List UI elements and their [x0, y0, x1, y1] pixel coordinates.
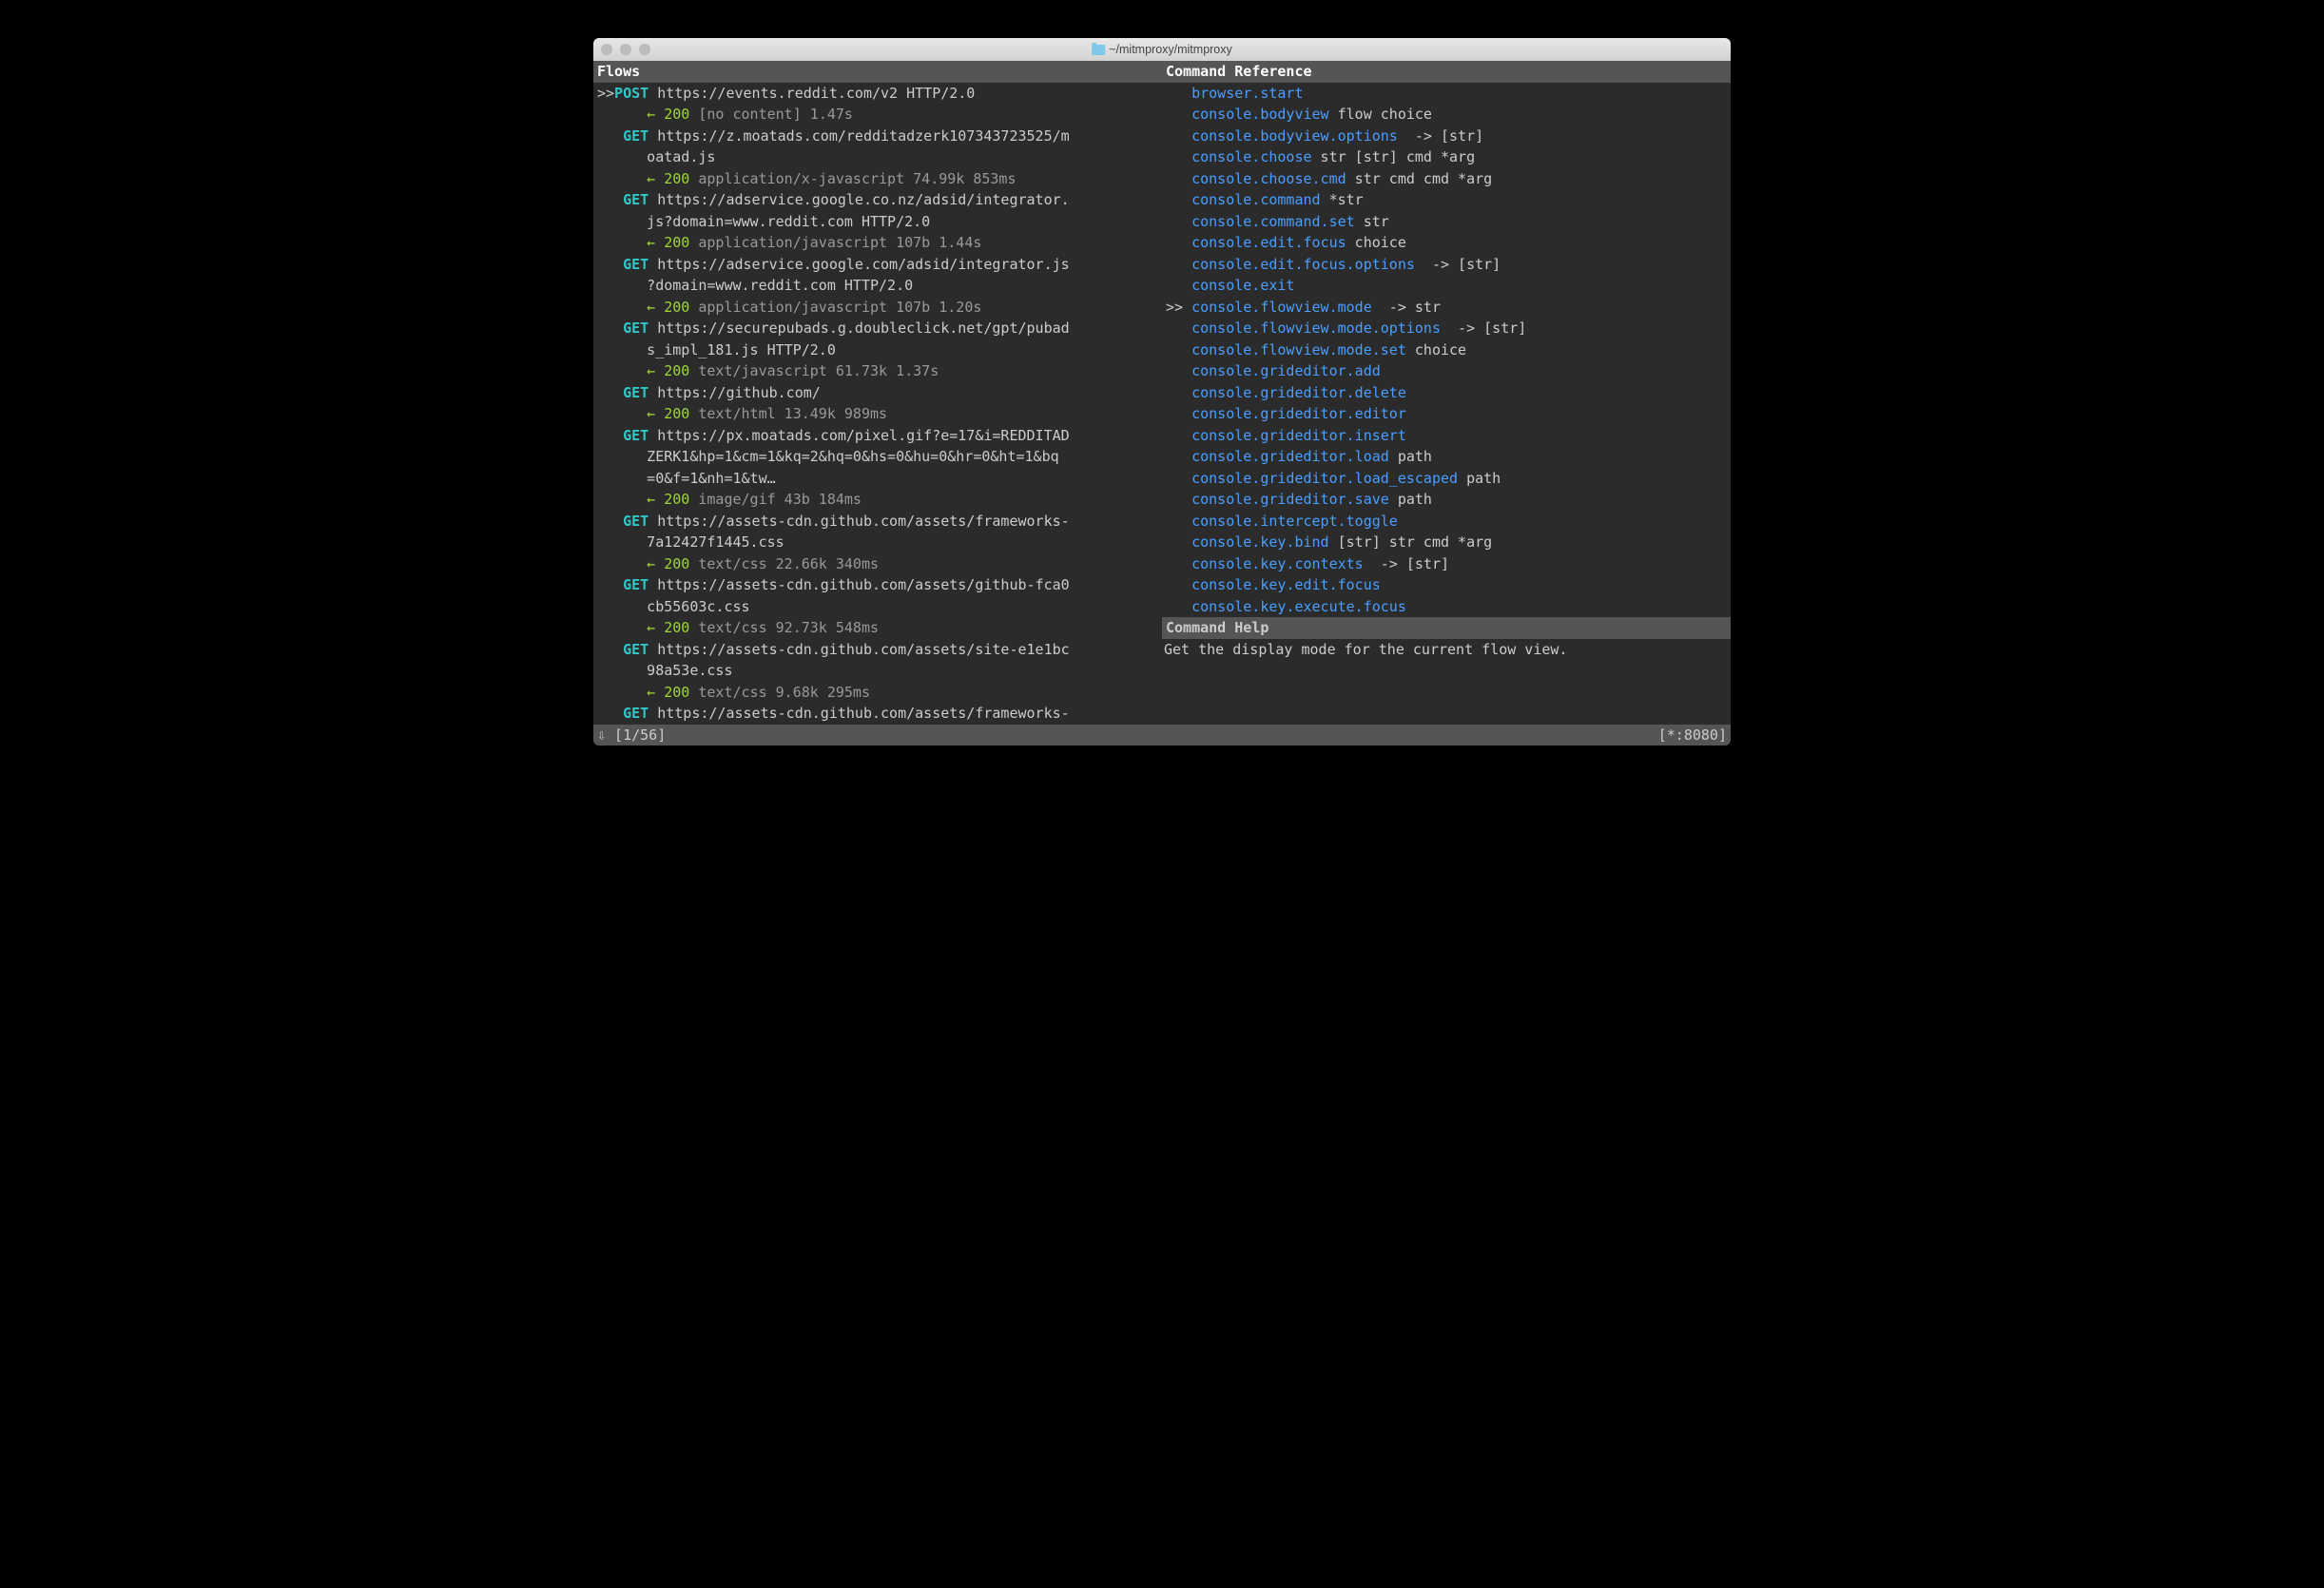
flow-url-continuation: s_impl_181.js HTTP/2.0: [595, 339, 1160, 361]
flow-response: ← 200 [no content] 1.47s: [595, 104, 1160, 126]
flow-response: ← 200 text/html 13.49k 989ms: [595, 403, 1160, 425]
title-text: ~/mitmproxy/mitmproxy: [1109, 43, 1232, 56]
flows-list[interactable]: >>POST https://events.reddit.com/v2 HTTP…: [593, 83, 1162, 725]
flow-response: ← 200 image/gif 43b 184ms: [595, 489, 1160, 511]
command-row[interactable]: console.key.edit.focus: [1164, 574, 1729, 596]
command-row[interactable]: console.choose.cmd str cmd cmd *arg: [1164, 168, 1729, 190]
command-row[interactable]: console.grideditor.insert: [1164, 425, 1729, 447]
command-row[interactable]: console.key.execute.focus: [1164, 596, 1729, 618]
command-row[interactable]: browser.start: [1164, 83, 1729, 105]
command-row[interactable]: console.edit.focus choice: [1164, 232, 1729, 254]
terminal-window: ~/mitmproxy/mitmproxy Flows >>POST https…: [593, 38, 1731, 746]
command-row[interactable]: console.command.set str: [1164, 211, 1729, 233]
flow-response: ← 200 text/css 9.68k 295ms: [595, 682, 1160, 704]
command-row[interactable]: console.key.bind [str] str cmd *arg: [1164, 532, 1729, 553]
command-row[interactable]: console.flowview.mode.set choice: [1164, 339, 1729, 361]
flow-url-continuation: 98a53e.css: [595, 660, 1160, 682]
flow-row[interactable]: GET https://assets-cdn.github.com/assets…: [595, 574, 1160, 596]
command-row[interactable]: console.grideditor.load path: [1164, 446, 1729, 468]
command-row[interactable]: console.bodyview flow choice: [1164, 104, 1729, 126]
flow-row[interactable]: GET https://github.com/: [595, 382, 1160, 404]
flow-row[interactable]: GET https://adservice.google.co.nz/adsid…: [595, 189, 1160, 211]
flow-url-continuation: cb55603c.css: [595, 596, 1160, 618]
flow-row[interactable]: GET https://securepubads.g.doubleclick.n…: [595, 318, 1160, 339]
command-row[interactable]: console.intercept.toggle: [1164, 511, 1729, 533]
command-row[interactable]: console.grideditor.add: [1164, 360, 1729, 382]
minimize-icon[interactable]: [620, 44, 631, 55]
traffic-lights: [601, 44, 650, 55]
command-row[interactable]: console.choose str [str] cmd *arg: [1164, 146, 1729, 168]
flow-response: ← 200 application/javascript 107b 1.20s: [595, 297, 1160, 319]
command-row[interactable]: console.exit: [1164, 275, 1729, 297]
flow-row[interactable]: GET https://assets-cdn.github.com/assets…: [595, 703, 1160, 725]
flow-url-continuation: =0&f=1&nh=1&tw…: [595, 468, 1160, 490]
flow-response: ← 200 text/css 92.73k 548ms: [595, 617, 1160, 639]
flow-response: ← 200 application/x-javascript 74.99k 85…: [595, 168, 1160, 190]
command-help-text: Get the display mode for the current flo…: [1162, 639, 1731, 661]
command-row[interactable]: console.grideditor.save path: [1164, 489, 1729, 511]
status-right: [*:8080]: [1658, 725, 1727, 746]
flow-row[interactable]: GET https://z.moatads.com/redditadzerk10…: [595, 126, 1160, 147]
flow-row[interactable]: GET https://px.moatads.com/pixel.gif?e=1…: [595, 425, 1160, 447]
command-row[interactable]: console.command *str: [1164, 189, 1729, 211]
flow-url-continuation: oatad.js: [595, 146, 1160, 168]
flows-pane[interactable]: Flows >>POST https://events.reddit.com/v…: [593, 61, 1162, 725]
close-icon[interactable]: [601, 44, 612, 55]
command-help-header: Command Help: [1162, 617, 1731, 639]
flow-url-continuation: ZERK1&hp=1&cm=1&kq=2&hq=0&hs=0&hu=0&hr=0…: [595, 446, 1160, 468]
command-row[interactable]: >> console.flowview.mode -> str: [1164, 297, 1729, 319]
command-list[interactable]: browser.start console.bodyview flow choi…: [1162, 83, 1731, 618]
zoom-icon[interactable]: [639, 44, 650, 55]
flow-response: ← 200 text/javascript 61.73k 1.37s: [595, 360, 1160, 382]
window-title: ~/mitmproxy/mitmproxy: [1092, 43, 1232, 56]
flow-row[interactable]: GET https://assets-cdn.github.com/assets…: [595, 639, 1160, 661]
flow-url-continuation: ?domain=www.reddit.com HTTP/2.0: [595, 275, 1160, 297]
command-row[interactable]: console.grideditor.delete: [1164, 382, 1729, 404]
flow-response: ← 200 text/css 22.66k 340ms: [595, 553, 1160, 575]
flow-url-continuation: 7a12427f1445.css: [595, 532, 1160, 553]
status-bar: ⇩ [1/56] [*:8080]: [593, 725, 1731, 746]
flows-header: Flows: [593, 61, 1162, 83]
command-row[interactable]: console.bodyview.options -> [str]: [1164, 126, 1729, 147]
titlebar[interactable]: ~/mitmproxy/mitmproxy: [593, 38, 1731, 61]
flow-row[interactable]: >>POST https://events.reddit.com/v2 HTTP…: [595, 83, 1160, 105]
flow-row[interactable]: GET https://adservice.google.com/adsid/i…: [595, 254, 1160, 276]
command-row[interactable]: console.grideditor.editor: [1164, 403, 1729, 425]
commands-header: Command Reference: [1162, 61, 1731, 83]
command-row[interactable]: console.edit.focus.options -> [str]: [1164, 254, 1729, 276]
commands-pane[interactable]: Command Reference browser.start console.…: [1162, 61, 1731, 725]
command-row[interactable]: console.key.contexts -> [str]: [1164, 553, 1729, 575]
flow-response: ← 200 application/javascript 107b 1.44s: [595, 232, 1160, 254]
command-row[interactable]: console.grideditor.load_escaped path: [1164, 468, 1729, 490]
flow-url-continuation: js?domain=www.reddit.com HTTP/2.0: [595, 211, 1160, 233]
folder-icon: [1092, 45, 1105, 55]
command-row[interactable]: console.flowview.mode.options -> [str]: [1164, 318, 1729, 339]
flow-row[interactable]: GET https://assets-cdn.github.com/assets…: [595, 511, 1160, 533]
status-left: ⇩ [1/56]: [597, 725, 666, 746]
terminal-content: Flows >>POST https://events.reddit.com/v…: [593, 61, 1731, 746]
